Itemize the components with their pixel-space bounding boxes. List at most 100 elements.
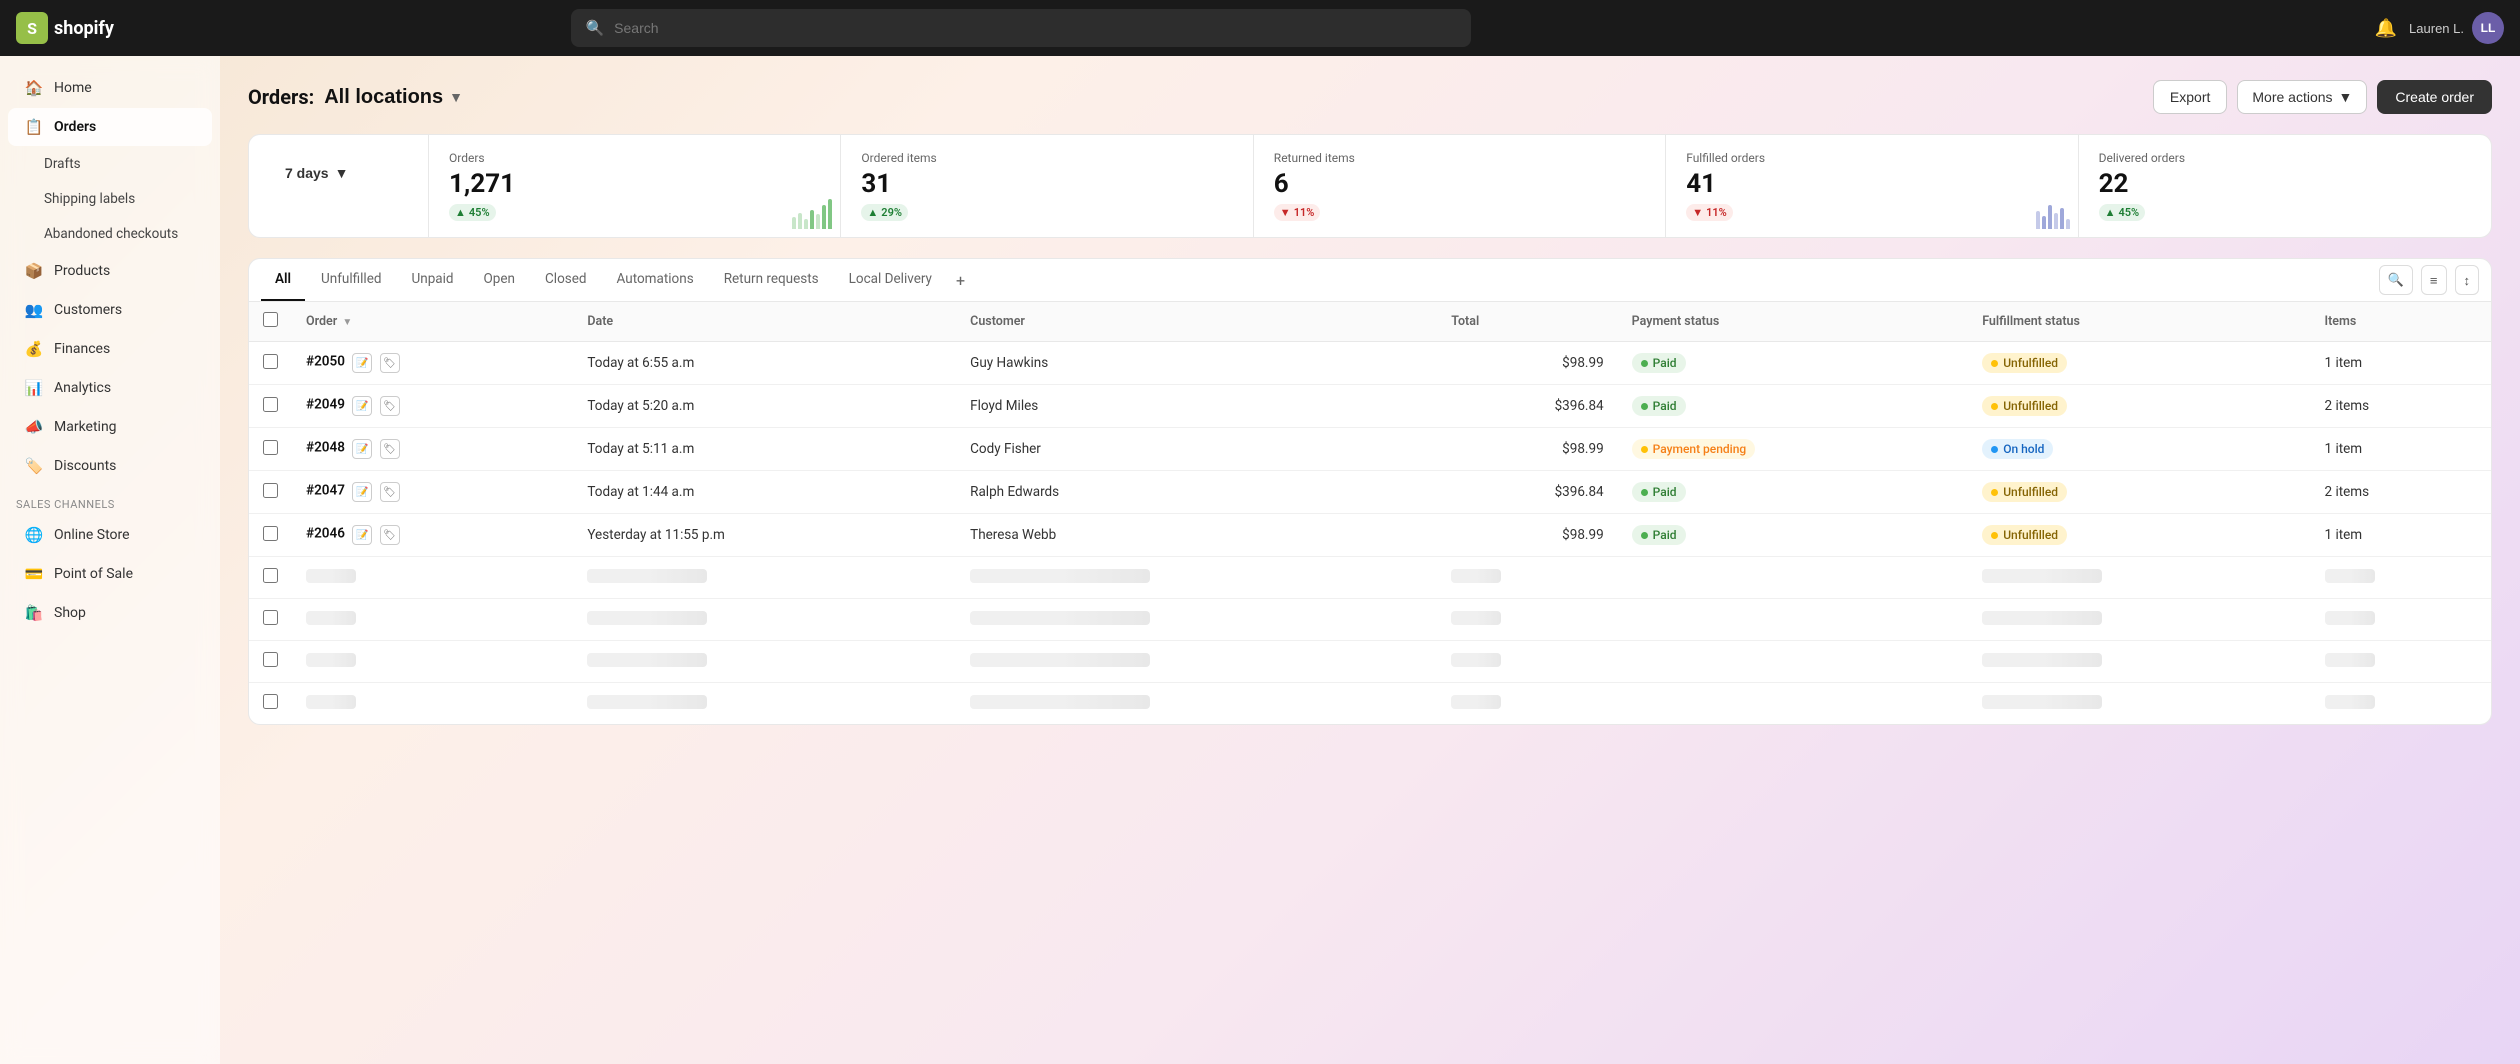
order-link[interactable]: #2047: [306, 483, 345, 499]
select-all-checkbox[interactable]: [263, 312, 278, 327]
sidebar-item-drafts[interactable]: Drafts: [28, 147, 212, 181]
create-order-button[interactable]: Create order: [2377, 80, 2492, 114]
order-tag-icon[interactable]: 🏷: [380, 439, 400, 459]
fulfillment-status-cell: On hold: [1968, 428, 2310, 471]
filter-button[interactable]: ≡: [2421, 265, 2447, 295]
analytics-icon: 📊: [24, 378, 44, 398]
order-note-icon[interactable]: 📝: [352, 396, 372, 416]
date-column-header[interactable]: Date: [573, 302, 956, 342]
app-body: 🏠 Home 📋 Orders Drafts Shipping labels A…: [0, 56, 2520, 1064]
order-column-header[interactable]: Order ▼: [292, 302, 573, 342]
sidebar-item-orders[interactable]: 📋 Orders: [8, 108, 212, 146]
order-tag-icon[interactable]: 🏷: [380, 525, 400, 545]
payment-status-column-header[interactable]: Payment status: [1618, 302, 1969, 342]
row-checkbox[interactable]: [263, 397, 278, 412]
fulfillment-status-badge: Unfulfilled: [1982, 353, 2067, 373]
table-row-loading: [249, 557, 2491, 599]
order-note-icon[interactable]: 📝: [352, 353, 372, 373]
order-tag-icon[interactable]: 🏷: [380, 396, 400, 416]
order-note-icon[interactable]: 📝: [352, 525, 372, 545]
payment-dot-icon: [1641, 532, 1648, 539]
tab-local-delivery[interactable]: Local Delivery: [835, 259, 946, 301]
logo[interactable]: S shopify: [16, 12, 114, 44]
user-name: Lauren L.: [2409, 21, 2464, 36]
order-link[interactable]: #2046: [306, 526, 345, 542]
row-checkbox[interactable]: [263, 354, 278, 369]
loading-customer-cell: [956, 641, 1437, 683]
notifications-button[interactable]: 🔔: [2375, 18, 2397, 39]
tab-all[interactable]: All: [261, 259, 305, 301]
orders-table: Order ▼ Date Customer Total Payment stat…: [249, 302, 2491, 724]
tab-return-requests[interactable]: Return requests: [710, 259, 833, 301]
row-checkbox[interactable]: [263, 440, 278, 455]
order-note-icon[interactable]: 📝: [352, 439, 372, 459]
date-range-button[interactable]: 7 days ▼: [269, 151, 364, 195]
order-link[interactable]: #2049: [306, 397, 345, 413]
avatar: LL: [2472, 12, 2504, 44]
row-checkbox[interactable]: [263, 526, 278, 541]
order-link[interactable]: #2050: [306, 354, 345, 370]
table-row-loading: [249, 599, 2491, 641]
sidebar-item-point-of-sale[interactable]: 💳 Point of Sale: [8, 555, 212, 593]
sidebar-item-abandoned-checkouts[interactable]: Abandoned checkouts: [28, 217, 212, 251]
customer-column-header[interactable]: Customer: [956, 302, 1437, 342]
loading-customer-cell: [956, 557, 1437, 599]
tab-automations[interactable]: Automations: [603, 259, 708, 301]
total-column-header[interactable]: Total: [1437, 302, 1617, 342]
fulfillment-status-column-header[interactable]: Fulfillment status: [1968, 302, 2310, 342]
loading-customer-cell: [956, 599, 1437, 641]
more-actions-label: More actions: [2252, 89, 2332, 105]
search-icon: 🔍: [585, 19, 604, 37]
tab-unpaid[interactable]: Unpaid: [397, 259, 467, 301]
items-column-header[interactable]: Items: [2311, 302, 2491, 342]
order-tag-icon[interactable]: 🏷: [380, 353, 400, 373]
order-note-icon[interactable]: 📝: [352, 482, 372, 502]
sidebar-item-customers[interactable]: 👥 Customers: [8, 291, 212, 329]
order-tag-icon[interactable]: 🏷: [380, 482, 400, 502]
tab-closed[interactable]: Closed: [531, 259, 601, 301]
customer-cell: Theresa Webb: [956, 514, 1437, 557]
sidebar-item-online-store[interactable]: 🌐 Online Store: [8, 516, 212, 554]
search-filter-button[interactable]: 🔍: [2379, 265, 2413, 295]
sidebar-item-discounts[interactable]: 🏷️ Discounts: [8, 447, 212, 485]
loading-total-cell: [1437, 683, 1617, 725]
returned-items-badge: ▼ 11%: [1274, 204, 1321, 221]
location-selector-button[interactable]: All locations ▼: [324, 86, 463, 109]
items-cell: 1 item: [2311, 428, 2491, 471]
sidebar-item-products[interactable]: 📦 Products: [8, 252, 212, 290]
delivered-orders-label: Delivered orders: [2099, 151, 2471, 165]
sidebar-item-analytics[interactable]: 📊 Analytics: [8, 369, 212, 407]
search-input[interactable]: [614, 20, 1457, 36]
loading-payment-cell: [1618, 557, 1969, 599]
sidebar-item-online-store-label: Online Store: [54, 527, 130, 543]
main-content: Orders: All locations ▼ Export More acti…: [220, 56, 2520, 1064]
tab-unfulfilled[interactable]: Unfulfilled: [307, 259, 395, 301]
loading-payment-cell: [1618, 641, 1969, 683]
fulfillment-dot-icon: [1991, 360, 1998, 367]
chevron-down-icon: ▼: [449, 89, 463, 105]
items-cell: 1 item: [2311, 514, 2491, 557]
sidebar-item-shipping-labels[interactable]: Shipping labels: [28, 182, 212, 216]
row-checkbox[interactable]: [263, 483, 278, 498]
user-menu-button[interactable]: Lauren L. LL: [2409, 12, 2504, 44]
down-arrow-icon: ▼: [1692, 206, 1703, 219]
sort-button[interactable]: ↕: [2455, 265, 2480, 295]
fulfilled-orders-value: 41: [1686, 169, 2057, 200]
shop-icon: 🛍️: [24, 603, 44, 623]
sidebar-item-marketing[interactable]: 📣 Marketing: [8, 408, 212, 446]
order-link[interactable]: #2048: [306, 440, 345, 456]
fulfillment-status-badge: Unfulfilled: [1982, 396, 2067, 416]
more-actions-button[interactable]: More actions ▼: [2237, 80, 2367, 114]
export-button[interactable]: Export: [2153, 80, 2227, 114]
table-row: #2050 📝 🏷 Today at 6:55 a.m Guy Hawkins …: [249, 342, 2491, 385]
sidebar-item-finances[interactable]: 💰 Finances: [8, 330, 212, 368]
orders-table-section: All Unfulfilled Unpaid Open Closed Autom…: [248, 258, 2492, 725]
orders-stat-value: 1,271: [449, 169, 820, 200]
payment-status-badge: Paid: [1632, 396, 1686, 416]
tab-more-button[interactable]: +: [948, 261, 973, 300]
chevron-down-icon: ▼: [2339, 89, 2353, 105]
sidebar-item-home[interactable]: 🏠 Home: [8, 69, 212, 107]
tab-open[interactable]: Open: [470, 259, 529, 301]
sidebar-item-shop[interactable]: 🛍️ Shop: [8, 594, 212, 632]
row-checkbox-cell: [249, 471, 292, 514]
